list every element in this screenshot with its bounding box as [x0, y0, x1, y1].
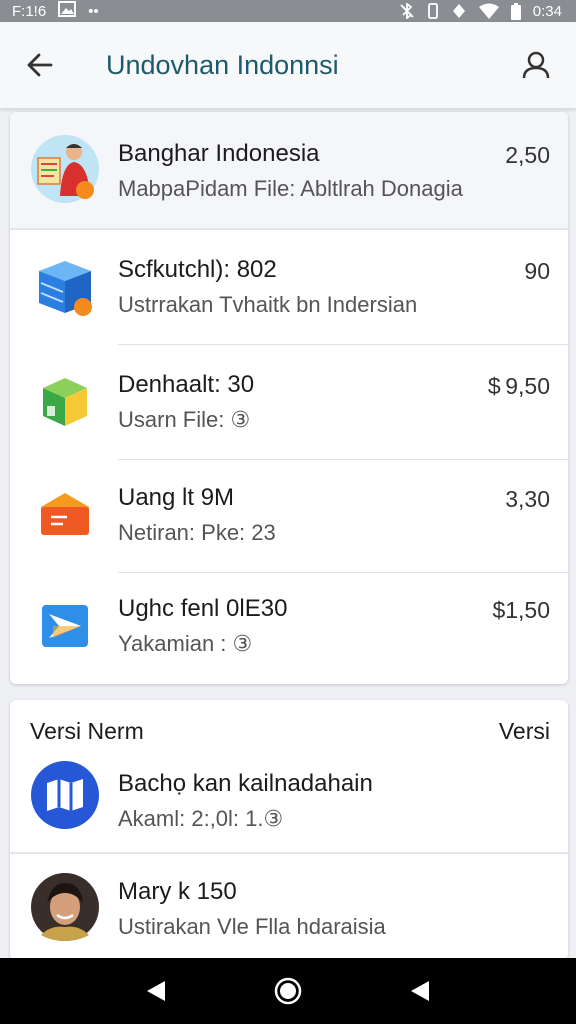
list-item[interactable]: Ughc fenl 0lE30 Yakamian : ③ $1,50	[10, 573, 568, 683]
home-nav-button[interactable]	[263, 966, 313, 1016]
bluetooth-off-icon	[399, 3, 415, 19]
status-time-right: 0:34	[532, 2, 562, 20]
list-item[interactable]: Scfkutchl): 802 Ustrrakan Tvhaitk bn Ind…	[10, 230, 568, 344]
list-item[interactable]: Mary k 150 Ustirakan Vle Flla hdaraisia	[10, 856, 568, 960]
triangle-back-icon	[147, 981, 165, 1001]
item-price: $1,50	[492, 597, 550, 623]
section-header-left: Versi Nerm	[30, 718, 144, 744]
blue-play-icon	[30, 591, 100, 661]
section-header-right[interactable]: Versi	[499, 718, 550, 745]
woman-avatar-icon	[30, 872, 100, 942]
gallery-icon	[58, 1, 77, 21]
item-price: $ 9,50	[487, 373, 550, 399]
list-item[interactable]: Denhaalt: 30 Usarn File: ③ $ 9,50	[10, 345, 568, 459]
page-title: Undovhan Indonnsi	[106, 49, 339, 80]
status-bar: F:1!6 •• 0:34	[0, 0, 576, 22]
item-price: 90	[524, 258, 550, 284]
item-name: Mary k 150	[118, 878, 237, 905]
divider	[10, 852, 568, 854]
item-subtitle: Usarn File: ③	[118, 407, 251, 432]
wifi-icon	[478, 3, 499, 19]
item-name: Bachọ kan kailnadahain	[118, 770, 373, 797]
item-price: 2,50	[505, 142, 550, 168]
item-name: Ughc fenl 0lE30	[118, 595, 288, 622]
list-item[interactable]: Banghar Indonesia MabpaPidam File: Abltl…	[10, 112, 568, 230]
versions-card: Versi Nerm Versi Bachọ kan kailnadahain …	[10, 700, 568, 960]
triangle-recents-icon	[411, 981, 429, 1001]
back-nav-button[interactable]	[131, 966, 181, 1016]
download-list-card: Banghar Indonesia MabpaPidam File: Abltl…	[10, 112, 568, 684]
item-subtitle: Ustirakan Vle Flla hdaraisia	[118, 914, 386, 939]
green-cube-icon	[30, 367, 100, 437]
battery-icon	[510, 2, 521, 20]
app-bar: Undovhan Indonnsi	[0, 22, 576, 108]
orange-folder-icon	[30, 480, 100, 550]
list-item[interactable]: Uang lt 9M Netiran: Pke: 23 3,30	[10, 460, 568, 572]
data-saver-icon	[451, 3, 467, 19]
list-item[interactable]: Bachọ kan kailnadahain Akaml: 2:,0l: 1.③	[10, 756, 568, 852]
blue-map-icon	[30, 760, 100, 830]
status-time-left: F:1!6	[12, 2, 47, 20]
item-subtitle: Yakamian : ③	[118, 631, 253, 656]
arrow-left-icon	[27, 53, 53, 77]
item-subtitle: Ustrrakan Tvhaitk bn Indersian	[118, 292, 418, 317]
person-icon	[522, 51, 550, 79]
home-circle-icon	[274, 977, 302, 1005]
person-illustration-icon	[30, 134, 100, 204]
item-price: 3,30	[505, 486, 550, 512]
recents-nav-button[interactable]	[395, 966, 445, 1016]
navigation-bar	[0, 958, 576, 1024]
profile-button[interactable]	[496, 22, 576, 108]
item-subtitle: MabpaPidam File: Abltlrah Donagia	[118, 176, 463, 201]
item-subtitle: Akaml: 2:,0l: 1.③	[118, 806, 284, 831]
item-name: Banghar Indonesia	[118, 140, 320, 167]
blue-database-icon	[30, 252, 100, 322]
item-name: Denhaalt: 30	[118, 371, 255, 398]
vibrate-icon	[427, 3, 439, 19]
item-name: Scfkutchl): 802	[118, 256, 277, 283]
item-name: Uang lt 9M	[118, 484, 235, 511]
section-header: Versi Nerm Versi	[30, 718, 550, 745]
item-subtitle: Netiran: Pke: 23	[118, 520, 276, 545]
back-button[interactable]	[0, 22, 80, 108]
status-dots: ••	[88, 2, 99, 20]
